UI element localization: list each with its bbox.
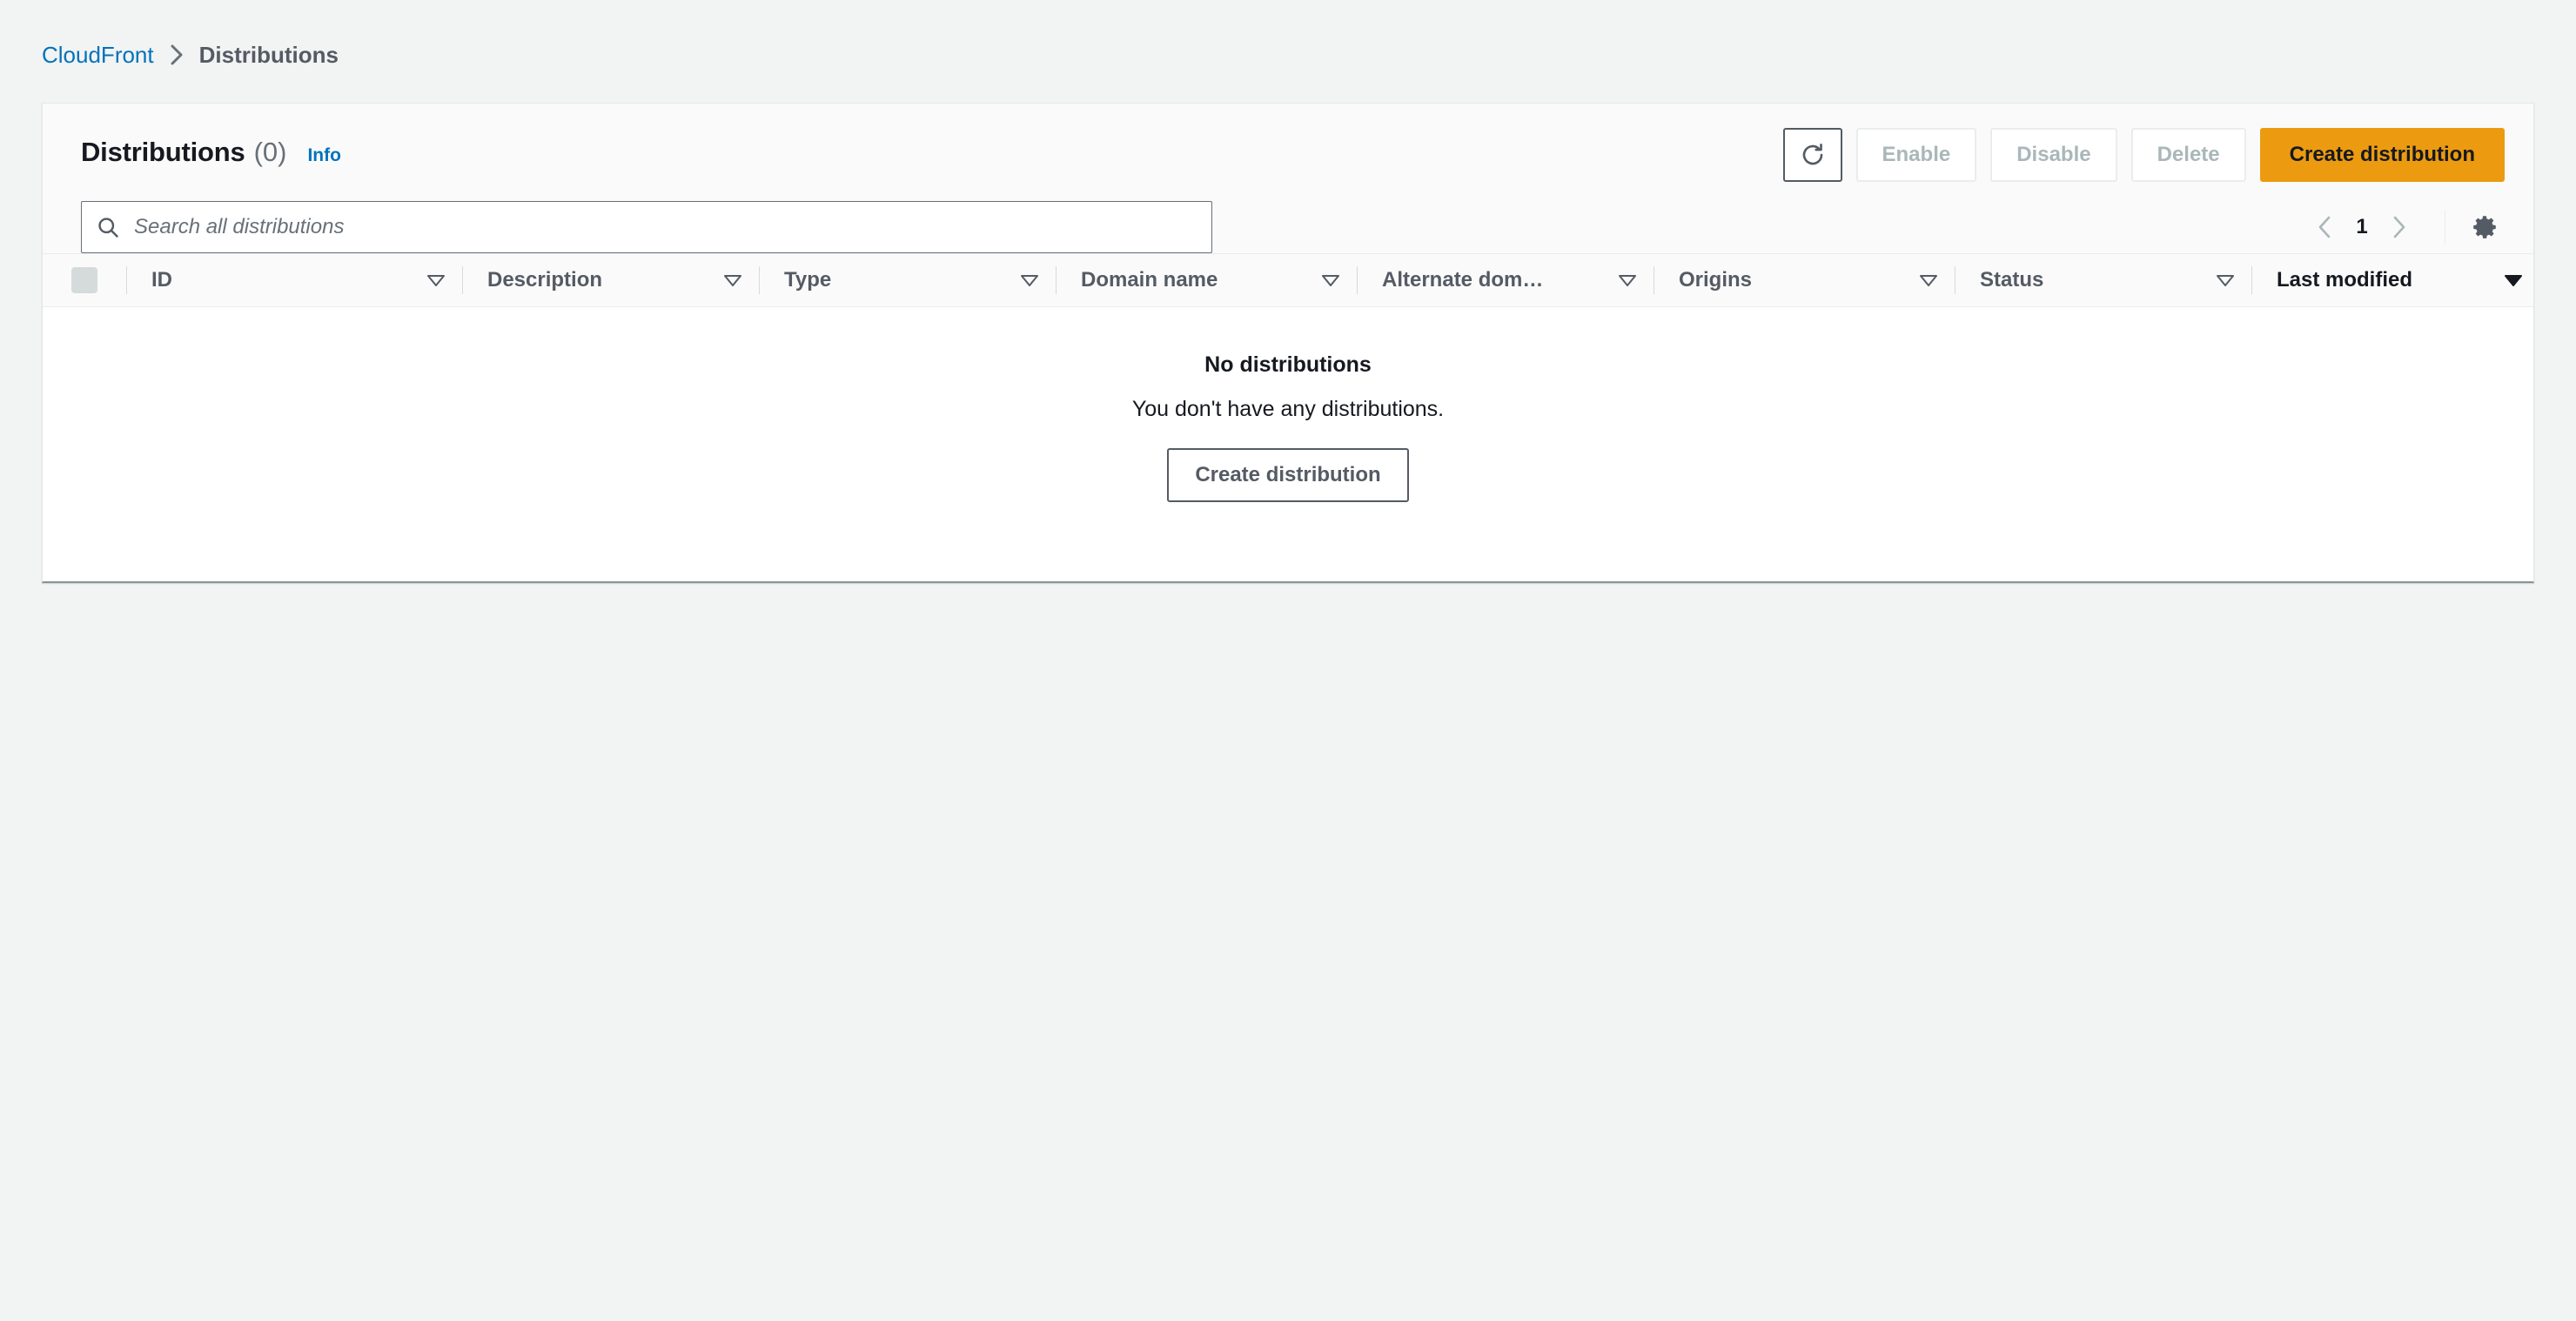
pagination: 1 xyxy=(2302,204,2505,251)
sort-triangle-icon[interactable] xyxy=(1598,272,1638,289)
search-row: 1 xyxy=(81,201,2505,253)
search-input[interactable] xyxy=(132,214,1197,240)
breadcrumb-item-distributions: Distributions xyxy=(198,41,339,68)
sort-triangle-icon[interactable] xyxy=(1301,272,1341,289)
empty-state-title: No distributions xyxy=(1204,352,1372,377)
pagination-page-1[interactable]: 1 xyxy=(2349,215,2375,239)
column-header-label: Status xyxy=(1980,268,2044,292)
empty-state: No distributions You don't have any dist… xyxy=(43,307,2533,502)
select-all-cell[interactable] xyxy=(43,254,126,306)
disable-button[interactable]: Disable xyxy=(1990,128,2117,182)
table-header-row: ID Description Type Domain name Alternate do… xyxy=(43,253,2533,307)
preferences-button[interactable] xyxy=(2465,207,2505,247)
sort-triangle-icon[interactable] xyxy=(406,272,446,289)
delete-button[interactable]: Delete xyxy=(2130,128,2246,182)
search-box[interactable] xyxy=(81,201,1212,253)
panel-header: Distributions (0) Info Enable Disable De… xyxy=(43,104,2533,253)
sort-triangle-icon[interactable] xyxy=(1899,272,1939,289)
panel-title-row: Distributions (0) Info xyxy=(81,137,341,168)
refresh-icon xyxy=(1800,142,1826,168)
column-header-domain-name[interactable]: Domain name xyxy=(1057,254,1357,306)
pagination-prev-button[interactable] xyxy=(2302,204,2349,251)
column-header-last-modified[interactable]: Last modified xyxy=(2252,254,2539,306)
column-header-status[interactable]: Status xyxy=(1955,254,2251,306)
empty-state-create-distribution-button[interactable]: Create distribution xyxy=(1167,448,1409,502)
breadcrumb-item-cloudfront[interactable]: CloudFront xyxy=(42,42,154,69)
enable-button[interactable]: Enable xyxy=(1855,128,1977,182)
table-columns: ID Description Type Domain name Alternate do… xyxy=(127,254,2539,306)
column-header-id[interactable]: ID xyxy=(127,254,462,306)
panel-actions: Enable Disable Delete Create distributio… xyxy=(1782,128,2505,182)
column-header-type[interactable]: Type xyxy=(760,254,1056,306)
column-header-alternate-dom[interactable]: Alternate dom… xyxy=(1358,254,1654,306)
create-distribution-button[interactable]: Create distribution xyxy=(2259,128,2505,182)
column-header-label: Description xyxy=(487,268,603,292)
refresh-button[interactable] xyxy=(1782,128,1842,182)
breadcrumb: CloudFront Distributions xyxy=(42,40,339,70)
page-title: Distributions xyxy=(81,137,245,167)
sort-triangle-icon[interactable] xyxy=(2484,272,2524,289)
column-header-origins[interactable]: Origins xyxy=(1654,254,1955,306)
info-link[interactable]: Info xyxy=(307,145,340,166)
empty-state-description: You don't have any distributions. xyxy=(1131,397,1445,421)
search-icon xyxy=(96,215,132,239)
distribution-count: (0) xyxy=(253,137,287,167)
chevron-right-icon xyxy=(168,44,185,66)
chevron-left-icon xyxy=(2314,214,2337,240)
sort-triangle-icon[interactable] xyxy=(2196,272,2236,289)
column-header-label: Type xyxy=(784,268,832,292)
column-header-label: Domain name xyxy=(1081,268,1218,292)
pagination-next-button[interactable] xyxy=(2375,204,2422,251)
select-all-checkbox[interactable] xyxy=(71,267,97,293)
sort-triangle-icon[interactable] xyxy=(703,272,743,289)
sort-triangle-icon[interactable] xyxy=(1000,272,1040,289)
gear-icon xyxy=(2470,212,2499,242)
column-header-label: Last modified xyxy=(2277,268,2413,292)
column-header-label: Alternate dom… xyxy=(1382,268,1544,292)
column-header-label: Origins xyxy=(1679,268,1753,292)
column-header-description[interactable]: Description xyxy=(463,254,759,306)
distributions-panel: Distributions (0) Info Enable Disable De… xyxy=(42,103,2534,583)
column-header-label: ID xyxy=(151,268,172,292)
chevron-right-icon xyxy=(2387,214,2410,240)
